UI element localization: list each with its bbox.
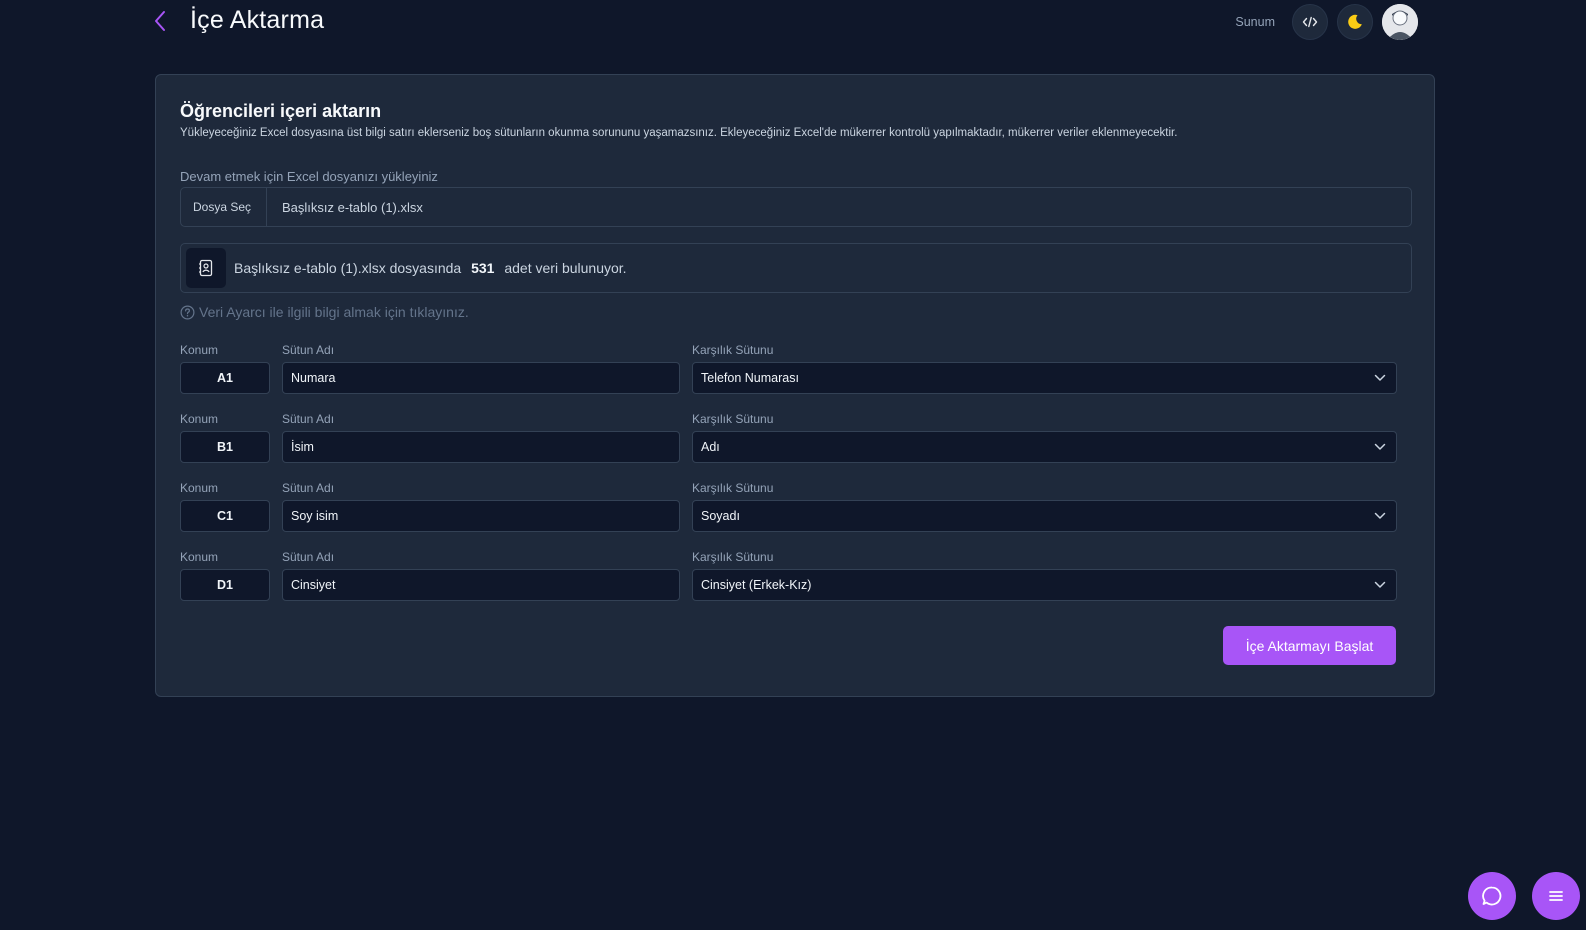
chat-button[interactable]: [1468, 872, 1516, 920]
contact-book-icon-wrap: [186, 248, 226, 288]
column-name-label: Sütun Adı: [282, 343, 335, 357]
chevron-left-icon: [155, 11, 165, 31]
mapping-label: Karşılık Sütunu: [692, 343, 774, 357]
info-prefix: Başlıksız e-tablo (1).xlsx dosyasında: [234, 260, 462, 276]
help-link[interactable]: Veri Ayarcı ile ilgili bilgi almak için …: [180, 304, 469, 320]
mapping-select-value: Cinsiyet (Erkek-Kız): [701, 578, 812, 592]
mapping-select-value: Adı: [701, 440, 720, 454]
column-name-label: Sütun Adı: [282, 481, 335, 495]
mapping-row: Konum Sütun Adı Karşılık Sütunu C1 Soy i…: [180, 481, 1412, 535]
column-name-field[interactable]: Numara: [282, 362, 680, 394]
start-import-button[interactable]: İçe Aktarmayı Başlat: [1223, 626, 1396, 665]
info-suffix: adet veri bulunuyor.: [504, 260, 627, 276]
page-title: İçe Aktarma: [190, 6, 325, 34]
column-name-field[interactable]: Soy isim: [282, 500, 680, 532]
chevron-down-icon: [1374, 374, 1386, 381]
position-field: D1: [180, 569, 270, 601]
position-label: Konum: [180, 412, 219, 426]
card-description: Yükleyeceğiniz Excel dosyasına üst bilgi…: [180, 127, 1178, 139]
menu-button[interactable]: [1532, 872, 1580, 920]
header-actions: Sunum: [1235, 4, 1418, 40]
mapping-select[interactable]: Adı: [692, 431, 1397, 463]
mapping-select[interactable]: Soyadı: [692, 500, 1397, 532]
mapping-select[interactable]: Telefon Numarası: [692, 362, 1397, 394]
file-info-text: Başlıksız e-tablo (1).xlsx dosyasında 53…: [234, 260, 627, 276]
selected-file-name: Başlıksız e-tablo (1).xlsx: [282, 199, 423, 215]
mapping-select[interactable]: Cinsiyet (Erkek-Kız): [692, 569, 1397, 601]
back-button[interactable]: [148, 6, 172, 36]
position-label: Konum: [180, 481, 219, 495]
column-name-label: Sütun Adı: [282, 550, 335, 564]
moon-icon: [1348, 14, 1362, 29]
chevron-down-icon: [1374, 512, 1386, 519]
mapping-row: Konum Sütun Adı Karşılık Sütunu B1 İsim …: [180, 412, 1412, 466]
column-name-field[interactable]: Cinsiyet: [282, 569, 680, 601]
user-avatar[interactable]: [1382, 4, 1418, 40]
position-label: Konum: [180, 550, 219, 564]
mapping-label: Karşılık Sütunu: [692, 550, 774, 564]
card-title: Öğrencileri içeri aktarın: [180, 101, 382, 121]
mapping-select-value: Telefon Numarası: [701, 371, 799, 385]
mapping-label: Karşılık Sütunu: [692, 412, 774, 426]
column-name-label: Sütun Adı: [282, 412, 335, 426]
upload-label: Devam etmek için Excel dosyanızı yükleyi…: [180, 169, 438, 184]
choose-file-button[interactable]: Dosya Seç: [181, 188, 267, 226]
avatar-icon: [1382, 4, 1418, 40]
record-count: 531: [471, 260, 495, 276]
position-field: A1: [180, 362, 270, 394]
chevron-down-icon: [1374, 581, 1386, 588]
mapping-select-value: Soyadı: [701, 509, 740, 523]
mapping-row: Konum Sütun Adı Karşılık Sütunu D1 Cinsi…: [180, 550, 1412, 604]
position-field: B1: [180, 431, 270, 463]
position-label: Konum: [180, 343, 219, 357]
chat-bubble-icon: [1482, 886, 1502, 906]
chevron-down-icon: [1374, 443, 1386, 450]
help-text[interactable]: Veri Ayarcı ile ilgili bilgi almak için …: [199, 304, 469, 320]
theme-toggle-button[interactable]: [1337, 4, 1373, 40]
file-info-box: Başlıksız e-tablo (1).xlsx dosyasında 53…: [180, 243, 1412, 293]
hamburger-menu-icon: [1549, 891, 1563, 901]
mapping-row: Konum Sütun Adı Karşılık Sütunu A1 Numar…: [180, 343, 1412, 397]
position-field: C1: [180, 500, 270, 532]
question-circle-icon: [180, 305, 195, 319]
code-button[interactable]: [1292, 4, 1328, 40]
column-name-field[interactable]: İsim: [282, 431, 680, 463]
contact-book-icon: [199, 259, 213, 277]
presentation-label[interactable]: Sunum: [1235, 15, 1275, 29]
file-input[interactable]: Dosya Seç Başlıksız e-tablo (1).xlsx: [180, 187, 1412, 227]
top-bar: İçe Aktarma Sunum: [0, 0, 1586, 44]
mapping-label: Karşılık Sütunu: [692, 481, 774, 495]
import-card: Öğrencileri içeri aktarın Yükleyeceğiniz…: [155, 74, 1435, 697]
code-icon: [1302, 16, 1318, 28]
